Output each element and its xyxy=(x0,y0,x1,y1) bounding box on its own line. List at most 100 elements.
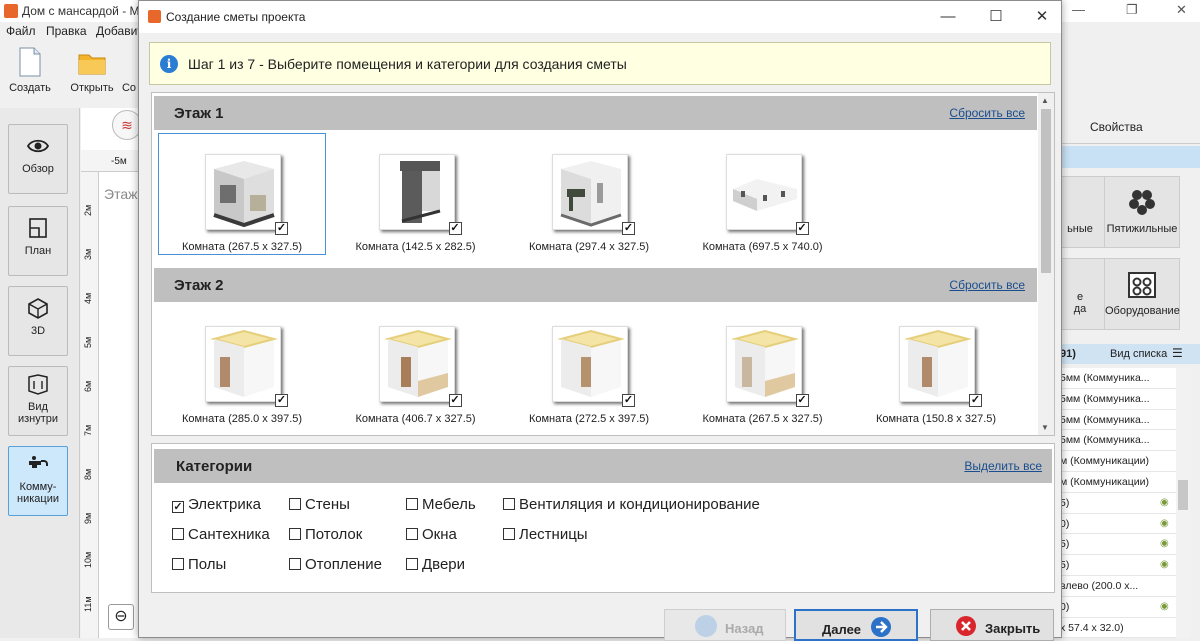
checkbox-icon[interactable] xyxy=(406,528,418,540)
maximize-icon[interactable]: ☐ xyxy=(983,6,1009,28)
close-icon[interactable]: ✕ xyxy=(1176,2,1187,18)
list-item[interactable]: х 57.4 х 32.0) xyxy=(1060,618,1180,639)
zoom-icon[interactable]: ⊖ xyxy=(108,604,134,630)
category-checkbox[interactable]: ✓ Электрика xyxy=(172,496,261,513)
3d-button[interactable]: 3D xyxy=(8,286,68,356)
scroll-down-icon[interactable]: ▼ xyxy=(1041,423,1049,432)
list-view-label[interactable]: Вид списка xyxy=(1110,348,1167,360)
room-thumbnail[interactable] xyxy=(205,326,281,402)
list-item[interactable]: 5) ◉ xyxy=(1060,555,1180,576)
room-card[interactable]: ✓ Комната (272.5 x 397.5) xyxy=(505,305,673,427)
list-item[interactable]: 0) ◉ xyxy=(1060,597,1180,618)
category-checkbox[interactable]: Двери xyxy=(406,556,465,573)
checkbox-icon[interactable] xyxy=(289,528,301,540)
back-button[interactable]: Назад xyxy=(664,609,786,641)
category-checkbox[interactable]: Полы xyxy=(172,556,226,573)
room-thumbnail[interactable] xyxy=(378,154,455,230)
restore-icon[interactable]: ❐ xyxy=(1126,2,1138,18)
checkbox-icon[interactable] xyxy=(503,528,515,540)
checkbox-icon[interactable] xyxy=(289,558,301,570)
objects-list[interactable]: 5мм (Коммуника... 5мм (Коммуника... 5мм … xyxy=(1060,368,1180,639)
five-core-cable-tile[interactable]: Пятижильные xyxy=(1104,176,1180,248)
visibility-icon[interactable]: ◉ xyxy=(1160,538,1169,549)
room-checkbox[interactable]: ✓ xyxy=(622,394,635,407)
checkbox-icon[interactable]: ✓ xyxy=(172,501,184,513)
list-view-icon[interactable]: ☰ xyxy=(1172,346,1183,360)
menu-edit[interactable]: Правка xyxy=(46,24,87,38)
category-checkbox[interactable]: Сантехника xyxy=(172,526,270,543)
room-checkbox[interactable]: ✓ xyxy=(275,394,288,407)
checkbox-icon[interactable] xyxy=(406,558,418,570)
rooms-scrollbar[interactable]: ▲ ▼ xyxy=(1038,93,1054,435)
room-card[interactable]: ✓ Комната (267.5 x 327.5) xyxy=(158,133,326,255)
category-checkbox[interactable]: Мебель xyxy=(406,496,476,513)
menu-file[interactable]: Файл xyxy=(6,24,36,38)
room-thumbnail[interactable] xyxy=(899,326,975,402)
room-checkbox[interactable]: ✓ xyxy=(622,222,635,235)
list-item[interactable]: 5) ◉ xyxy=(1060,493,1180,514)
room-card[interactable]: ✓ Комната (267.5 x 327.5) xyxy=(679,305,847,427)
close-icon[interactable]: ✕ xyxy=(1029,6,1055,28)
close-button[interactable]: Закрыть xyxy=(930,609,1054,641)
room-thumbnail[interactable] xyxy=(552,326,628,402)
room-thumbnail[interactable] xyxy=(552,154,628,230)
list-item[interactable]: 5мм (Коммуника... xyxy=(1060,368,1180,389)
checkbox-icon[interactable] xyxy=(406,498,418,510)
inside-view-button[interactable]: Вид изнутри xyxy=(8,366,68,436)
reset-all-link[interactable]: Сбросить все xyxy=(949,106,1025,120)
create-button[interactable]: Создать xyxy=(5,46,55,94)
list-item[interactable]: м (Коммуникации) xyxy=(1060,451,1180,472)
visibility-icon[interactable]: ◉ xyxy=(1160,518,1169,529)
room-thumbnail[interactable] xyxy=(205,154,281,230)
visibility-icon[interactable]: ◉ xyxy=(1160,497,1169,508)
visibility-icon[interactable]: ◉ xyxy=(1160,559,1169,570)
overview-button[interactable]: Обзор xyxy=(8,124,68,194)
category-checkbox[interactable]: Потолок xyxy=(289,526,362,543)
next-button[interactable]: Далее xyxy=(794,609,918,641)
category-checkbox[interactable]: Лестницы xyxy=(503,526,588,543)
room-thumbnail[interactable] xyxy=(725,154,802,230)
room-checkbox[interactable]: ✓ xyxy=(448,394,462,407)
room-card[interactable]: ✓ Комната (697.5 x 740.0) xyxy=(679,133,847,255)
list-item[interactable]: м (Коммуникации) xyxy=(1060,472,1180,493)
room-card[interactable]: ✓ Комната (297.4 x 327.5) xyxy=(505,133,673,255)
room-card[interactable]: ✓ Комната (150.8 x 327.5) xyxy=(852,305,1020,427)
room-checkbox[interactable]: ✓ xyxy=(275,222,288,235)
category-checkbox[interactable]: Вентиляция и кондиционирование xyxy=(503,496,760,513)
category-checkbox[interactable]: Отопление xyxy=(289,556,382,573)
scroll-up-icon[interactable]: ▲ xyxy=(1041,96,1049,105)
minimize-icon[interactable]: — xyxy=(935,6,961,28)
reset-all-link[interactable]: Сбросить все xyxy=(949,278,1025,292)
visibility-icon[interactable]: ◉ xyxy=(1160,601,1169,612)
checkbox-icon[interactable] xyxy=(172,528,184,540)
list-scrollbar[interactable] xyxy=(1176,368,1190,638)
checkbox-icon[interactable] xyxy=(289,498,301,510)
room-checkbox[interactable]: ✓ xyxy=(795,222,809,235)
utilities-button[interactable]: Комму- никации xyxy=(8,446,68,516)
list-item[interactable]: влево (200.0 x... xyxy=(1060,576,1180,597)
plan-button[interactable]: План xyxy=(8,206,68,276)
menu-add[interactable]: Добавит xyxy=(96,24,143,38)
checkbox-icon[interactable] xyxy=(503,498,515,510)
room-card[interactable]: ✓ Комната (406.7 x 327.5) xyxy=(332,305,500,427)
checkbox-icon[interactable] xyxy=(172,558,184,570)
open-button[interactable]: Открыть xyxy=(67,46,117,94)
minimize-icon[interactable]: — xyxy=(1072,2,1085,17)
room-checkbox[interactable]: ✓ xyxy=(448,222,462,235)
list-item[interactable]: 5) ◉ xyxy=(1060,534,1180,556)
room-checkbox[interactable]: ✓ xyxy=(969,394,982,407)
equipment-tile[interactable]: Оборудование xyxy=(1104,258,1180,330)
list-item[interactable]: 0) ◉ xyxy=(1060,514,1180,535)
room-thumbnail[interactable] xyxy=(725,326,802,402)
room-card[interactable]: ✓ Комната (142.5 x 282.5) xyxy=(332,133,500,255)
list-item[interactable]: 5мм (Коммуника... xyxy=(1060,410,1180,431)
properties-tab[interactable]: Свойства xyxy=(1060,110,1200,144)
category-checkbox[interactable]: Окна xyxy=(406,526,457,543)
room-card[interactable]: ✓ Комната (285.0 x 397.5) xyxy=(158,305,326,427)
room-checkbox[interactable]: ✓ xyxy=(795,394,809,407)
list-item[interactable]: 5мм (Коммуника... xyxy=(1060,430,1180,452)
room-thumbnail[interactable] xyxy=(378,326,455,402)
select-all-link[interactable]: Выделить все xyxy=(964,459,1042,473)
category-checkbox[interactable]: Стены xyxy=(289,496,350,513)
list-item[interactable]: 5мм (Коммуника... xyxy=(1060,389,1180,410)
